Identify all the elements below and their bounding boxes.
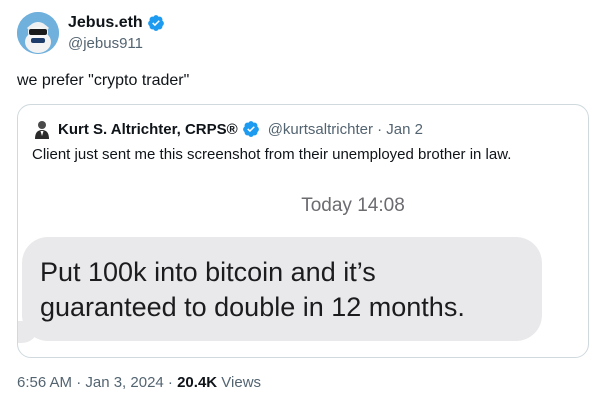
bubble-tail [18,321,38,343]
author-info: Jebus.eth @jebus911 [68,14,165,52]
avatar-image [17,12,59,54]
quoted-tweet-header: Kurt S. Altrichter, CRPS® @kurtsaltricht… [32,119,423,139]
author-name-row: Jebus.eth [68,14,165,32]
quoted-author-avatar[interactable] [32,119,52,139]
tweet-meta: 6:56 AM · Jan 3, 2024 · 20.4K Views [17,374,261,391]
verified-badge-icon [242,121,259,137]
tweet-timestamp[interactable]: 6:56 AM · Jan 3, 2024 · [17,374,177,391]
author-avatar[interactable] [17,12,59,54]
author-handle[interactable]: @jebus911 [68,35,165,52]
author-name[interactable]: Jebus.eth [68,14,143,32]
views-count: 20.4K [177,374,218,391]
quoted-author-handle-date[interactable]: @kurtsaltrichter · Jan 2 [268,121,423,138]
message-line-2: guaranteed to double in 12 months. [40,292,465,322]
quoted-author-name[interactable]: Kurt S. Altrichter, CRPS® [58,121,238,138]
screenshot-timestamp: Today 14:08 [301,195,405,216]
quoted-tweet-card[interactable]: Kurt S. Altrichter, CRPS® @kurtsaltricht… [17,104,589,358]
quoted-tweet-text: Client just sent me this screenshot from… [32,146,512,163]
message-line-1: Put 100k into bitcoin and it’s [40,257,376,287]
views-label: Views [217,374,262,391]
message-bubble: Put 100k into bitcoin and it’s guarantee… [18,237,542,343]
verified-badge-icon[interactable] [147,14,165,32]
tweet-text: we prefer "crypto trader" [17,72,190,89]
